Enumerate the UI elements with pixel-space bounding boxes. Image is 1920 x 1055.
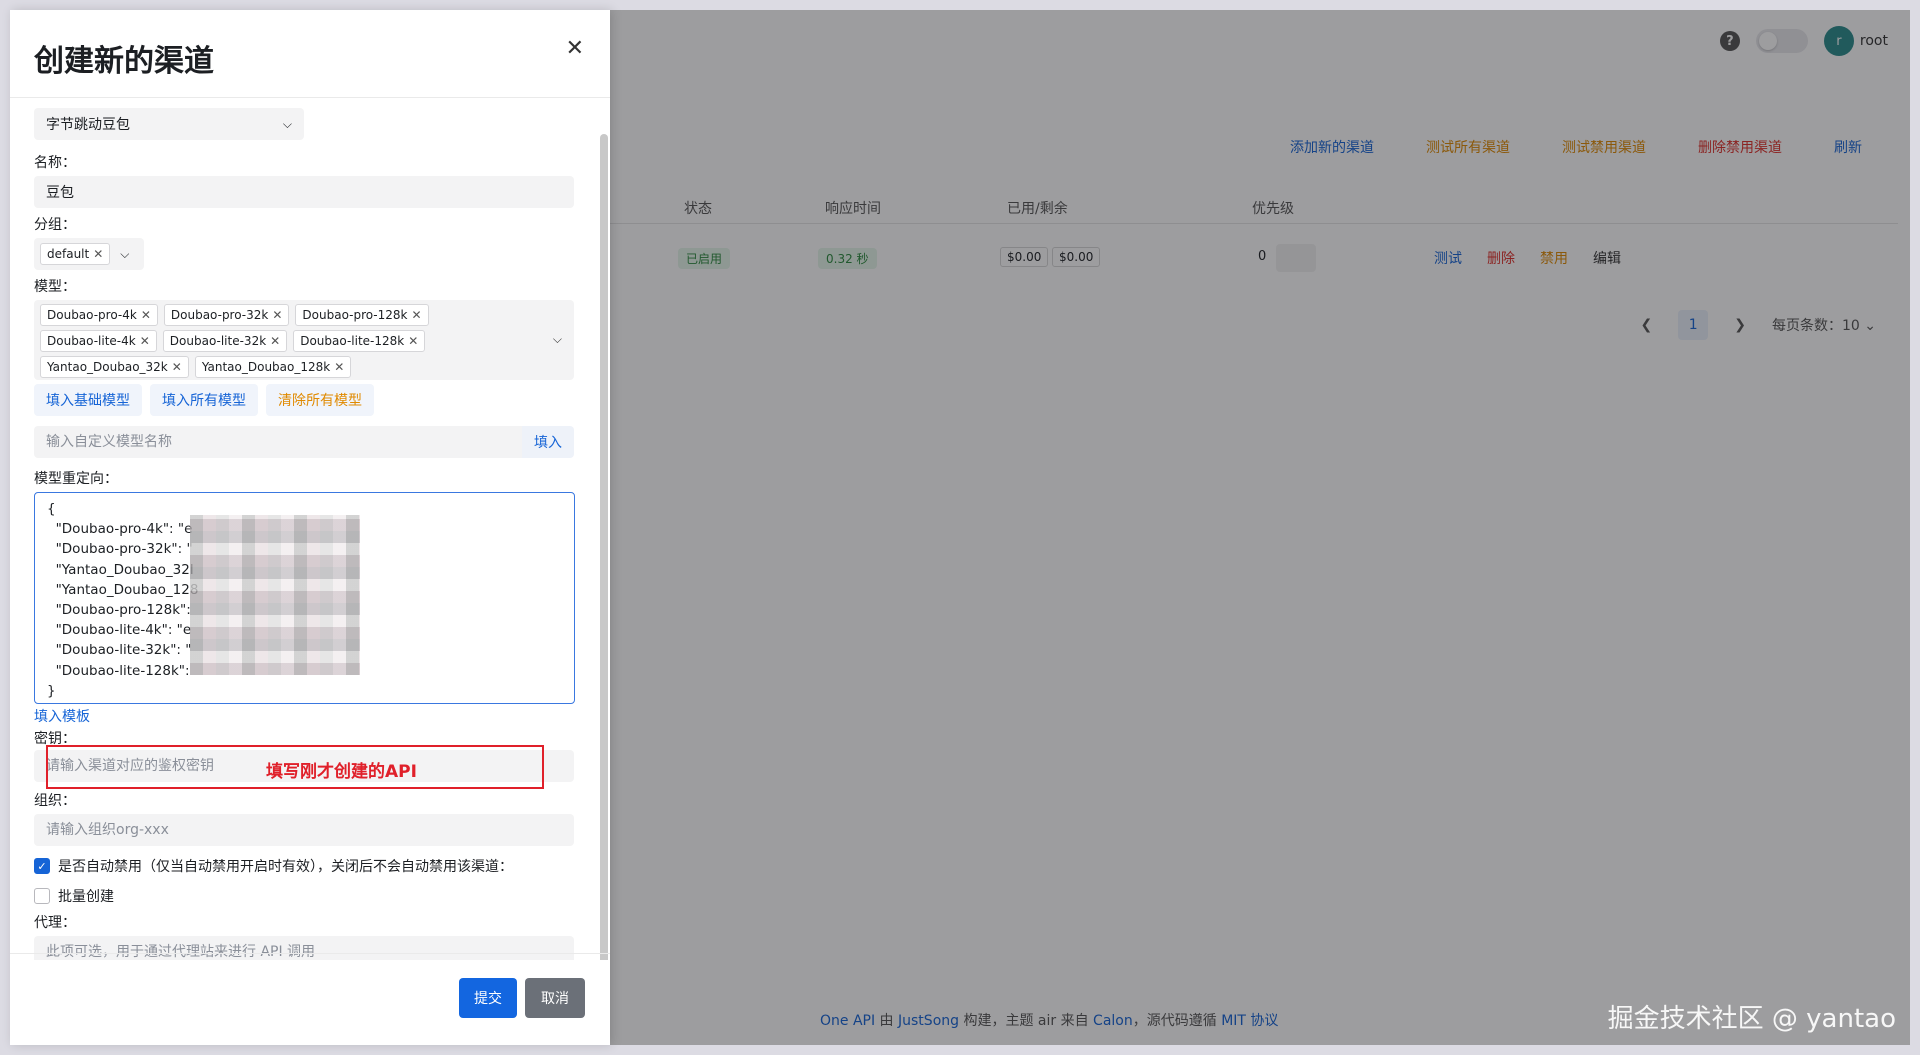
models-row: Doubao-pro-4k ✕ Doubao-pro-32k ✕ Doubao-pr… bbox=[40, 304, 568, 326]
modal-title: 创建新的渠道 bbox=[34, 44, 214, 79]
batch-create-checkbox-row[interactable]: 批量创建 bbox=[34, 886, 114, 906]
close-icon[interactable]: ✕ bbox=[334, 360, 344, 374]
model-tag-label: Doubao-lite-32k bbox=[169, 334, 267, 348]
annotation-text: 填写刚才创建的API bbox=[266, 762, 417, 782]
model-tag-label: Yantao_Doubao_128k bbox=[201, 360, 331, 374]
custom-model-field: 填入 bbox=[34, 426, 574, 458]
name-field: 名称： bbox=[34, 152, 574, 208]
chevron-down-icon: ⌵ bbox=[282, 116, 292, 131]
model-tag: Doubao-pro-4k ✕ bbox=[40, 304, 158, 326]
fill-all-models-button[interactable]: 填入所有模型 bbox=[150, 384, 258, 416]
models-row: Yantao_Doubao_32k ✕ Yantao_Doubao_128k ✕ bbox=[40, 356, 568, 378]
model-tag: Yantao_Doubao_32k ✕ bbox=[40, 356, 189, 378]
cancel-button[interactable]: 取消 bbox=[525, 978, 585, 1018]
model-tag: Doubao-lite-128k ✕ bbox=[293, 330, 426, 352]
channel-type-select[interactable]: 字节跳动豆包 ⌵ bbox=[34, 108, 304, 140]
name-label: 名称： bbox=[34, 155, 76, 171]
fill-basic-models-button[interactable]: 填入基础模型 bbox=[34, 384, 142, 416]
model-tag-label: Doubao-pro-32k bbox=[170, 308, 269, 322]
close-icon[interactable]: ✕ bbox=[140, 334, 150, 348]
batch-create-checkbox[interactable] bbox=[34, 888, 50, 904]
channel-type-field: 字节跳动豆包 ⌵ bbox=[34, 108, 304, 140]
group-select[interactable]: default ✕ ⌵ bbox=[34, 238, 144, 270]
close-icon[interactable]: ✕ bbox=[412, 308, 422, 322]
modal-header: 创建新的渠道 ✕ bbox=[10, 10, 610, 98]
modal-footer: 提交 取消 bbox=[10, 953, 610, 1045]
model-mapping-textarea[interactable]: { "Doubao-pro-4k": "e "Doubao-pro-32k": … bbox=[34, 492, 575, 704]
chevron-down-icon[interactable]: ⌵ bbox=[553, 332, 562, 347]
name-input[interactable] bbox=[34, 176, 574, 208]
group-label: 分组： bbox=[34, 217, 76, 233]
model-tag-label: Doubao-pro-4k bbox=[47, 308, 137, 322]
channel-type-value: 字节跳动豆包 bbox=[46, 117, 130, 133]
model-tag-label: Doubao-lite-4k bbox=[47, 334, 136, 348]
close-icon[interactable]: ✕ bbox=[270, 334, 280, 348]
model-tag: Doubao-lite-4k ✕ bbox=[40, 330, 157, 352]
batch-create-label: 批量创建 bbox=[58, 889, 114, 905]
submit-button[interactable]: 提交 bbox=[459, 978, 517, 1018]
model-buttons: 填入基础模型 填入所有模型 清除所有模型 bbox=[34, 384, 374, 416]
models-field: 模型： Doubao-pro-4k ✕ Doubao-pro-32k ✕ Douba… bbox=[34, 276, 574, 380]
org-field: 组织： bbox=[34, 790, 574, 846]
model-tag: Yantao_Doubao_128k ✕ bbox=[194, 356, 352, 378]
model-mapping-field: 模型重定向： { "Doubao-pro-4k": "e "Doubao-pro… bbox=[34, 468, 575, 726]
close-icon[interactable]: ✕ bbox=[566, 36, 584, 61]
group-field: 分组： default ✕ ⌵ bbox=[34, 214, 144, 270]
chevron-down-icon: ⌵ bbox=[120, 246, 130, 261]
close-icon[interactable]: ✕ bbox=[408, 334, 418, 348]
proxy-label: 代理： bbox=[34, 915, 76, 931]
models-label: 模型： bbox=[34, 279, 76, 295]
close-icon[interactable]: ✕ bbox=[93, 247, 103, 261]
pixelated-redaction bbox=[190, 515, 360, 675]
model-tag: Doubao-lite-32k ✕ bbox=[162, 330, 288, 352]
scrollbar[interactable] bbox=[600, 134, 608, 960]
model-tag-label: Doubao-lite-128k bbox=[300, 334, 405, 348]
org-input[interactable] bbox=[34, 814, 574, 846]
modal-body: 字节跳动豆包 ⌵ 名称： 分组： default✕ ⌵ 模型： Doubao-p… bbox=[10, 100, 610, 960]
close-icon[interactable]: ✕ bbox=[141, 308, 151, 322]
auto-ban-label: 是否自动禁用（仅当自动禁用开启时有效），关闭后不会自动禁用该渠道： bbox=[58, 859, 513, 875]
models-row: Doubao-lite-4k ✕ Doubao-lite-32k ✕ Doubao-… bbox=[40, 330, 568, 352]
model-tag-label: Yantao_Doubao_32k bbox=[47, 360, 168, 374]
check-icon[interactable]: ✓ bbox=[34, 858, 50, 874]
watermark: 掘金技术社区 @ yantao bbox=[1607, 1004, 1896, 1034]
group-tag-label: default bbox=[47, 247, 90, 261]
custom-model-input[interactable] bbox=[34, 426, 522, 458]
model-tag-label: Doubao-pro-128k bbox=[302, 308, 408, 322]
model-tag: Doubao-pro-128k ✕ bbox=[295, 304, 429, 326]
clear-all-models-button[interactable]: 清除所有模型 bbox=[266, 384, 374, 416]
fill-template-link[interactable]: 填入模板 bbox=[34, 706, 575, 726]
group-tag: default ✕ bbox=[40, 243, 111, 265]
close-icon[interactable]: ✕ bbox=[272, 308, 282, 322]
org-label: 组织： bbox=[34, 793, 76, 809]
auto-ban-checkbox-row[interactable]: ✓ 是否自动禁用（仅当自动禁用开启时有效），关闭后不会自动禁用该渠道： bbox=[34, 856, 513, 876]
json-line: } bbox=[47, 682, 56, 699]
model-tag: Doubao-pro-32k ✕ bbox=[163, 304, 290, 326]
custom-model-fill-button[interactable]: 填入 bbox=[522, 426, 574, 458]
close-icon[interactable]: ✕ bbox=[172, 360, 182, 374]
model-mapping-label: 模型重定向： bbox=[34, 471, 118, 487]
create-channel-modal: 创建新的渠道 ✕ 字节跳动豆包 ⌵ 名称： 分组： default✕ ⌵ 模型： bbox=[10, 10, 610, 1045]
models-select[interactable]: Doubao-pro-4k ✕ Doubao-pro-32k ✕ Doubao-pr… bbox=[34, 300, 574, 380]
